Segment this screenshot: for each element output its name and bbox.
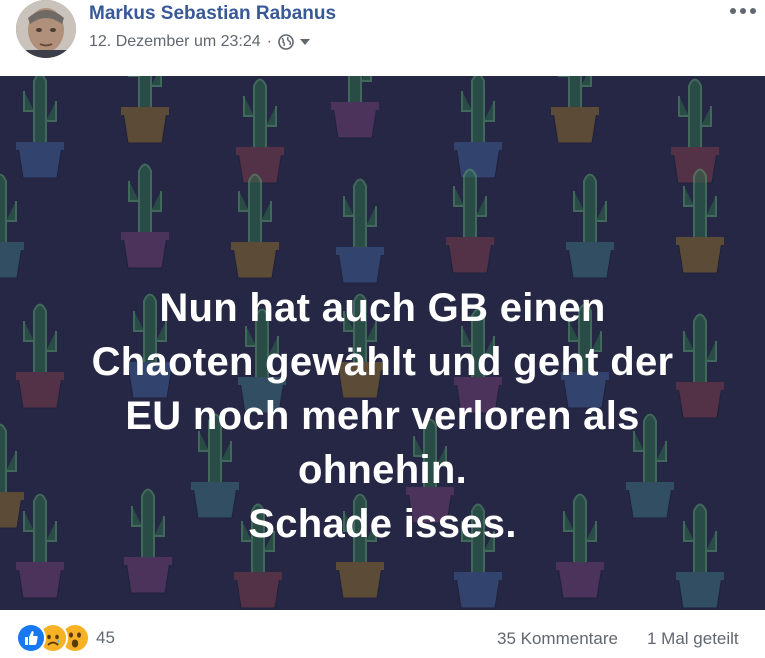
post-text-line: ohnehin. [297,448,468,492]
author-name[interactable]: Markus Sebastian Rabanus [89,3,336,25]
cactus-decoration [121,76,169,144]
like-icon [16,623,46,653]
cactus-decoration [671,78,719,184]
comments-count-link[interactable]: 35 Kommentare [497,629,618,649]
cactus-decoration [566,173,614,279]
post-header: Markus Sebastian Rabanus 12. Dezember um… [0,0,765,76]
reactions-summary[interactable]: 45 [16,623,115,653]
cactus-decoration [454,76,502,179]
post-image-text: Nun hat auch GB einen Chaoten gewählt un… [0,281,765,551]
post-text-line: Nun hat auch GB einen [159,286,606,330]
post-text-line: Chaoten gewählt und geht der [91,340,674,384]
more-horizontal-icon[interactable] [728,4,758,18]
post-meta: 12. Dezember um 23:24 · [89,33,311,51]
cactus-decoration [236,78,284,184]
cactus-decoration [676,168,724,274]
cactus-decoration [231,173,279,279]
post-footer: 45 35 Kommentare 1 Mal geteilt [0,610,765,658]
cactus-decoration [336,178,384,284]
cactus-decoration [446,168,494,274]
globe-icon [278,34,294,50]
post-text-line: Schade isses. [248,502,517,546]
meta-separator: · [266,33,272,50]
caret-down-icon[interactable] [299,37,311,47]
author-avatar[interactable] [16,0,76,58]
reaction-count: 45 [96,628,115,647]
cactus-decoration [551,76,599,144]
post-image[interactable]: Nun hat auch GB einen Chaoten gewählt un… [0,76,765,610]
cactus-decoration [0,173,24,279]
shares-count-link[interactable]: 1 Mal geteilt [647,629,739,649]
cactus-decoration [121,163,169,269]
post-timestamp[interactable]: 12. Dezember um 23:24 [89,33,261,51]
cactus-decoration [331,76,379,139]
post-text-line: EU noch mehr verloren als [125,394,640,438]
cactus-decoration [16,76,64,179]
